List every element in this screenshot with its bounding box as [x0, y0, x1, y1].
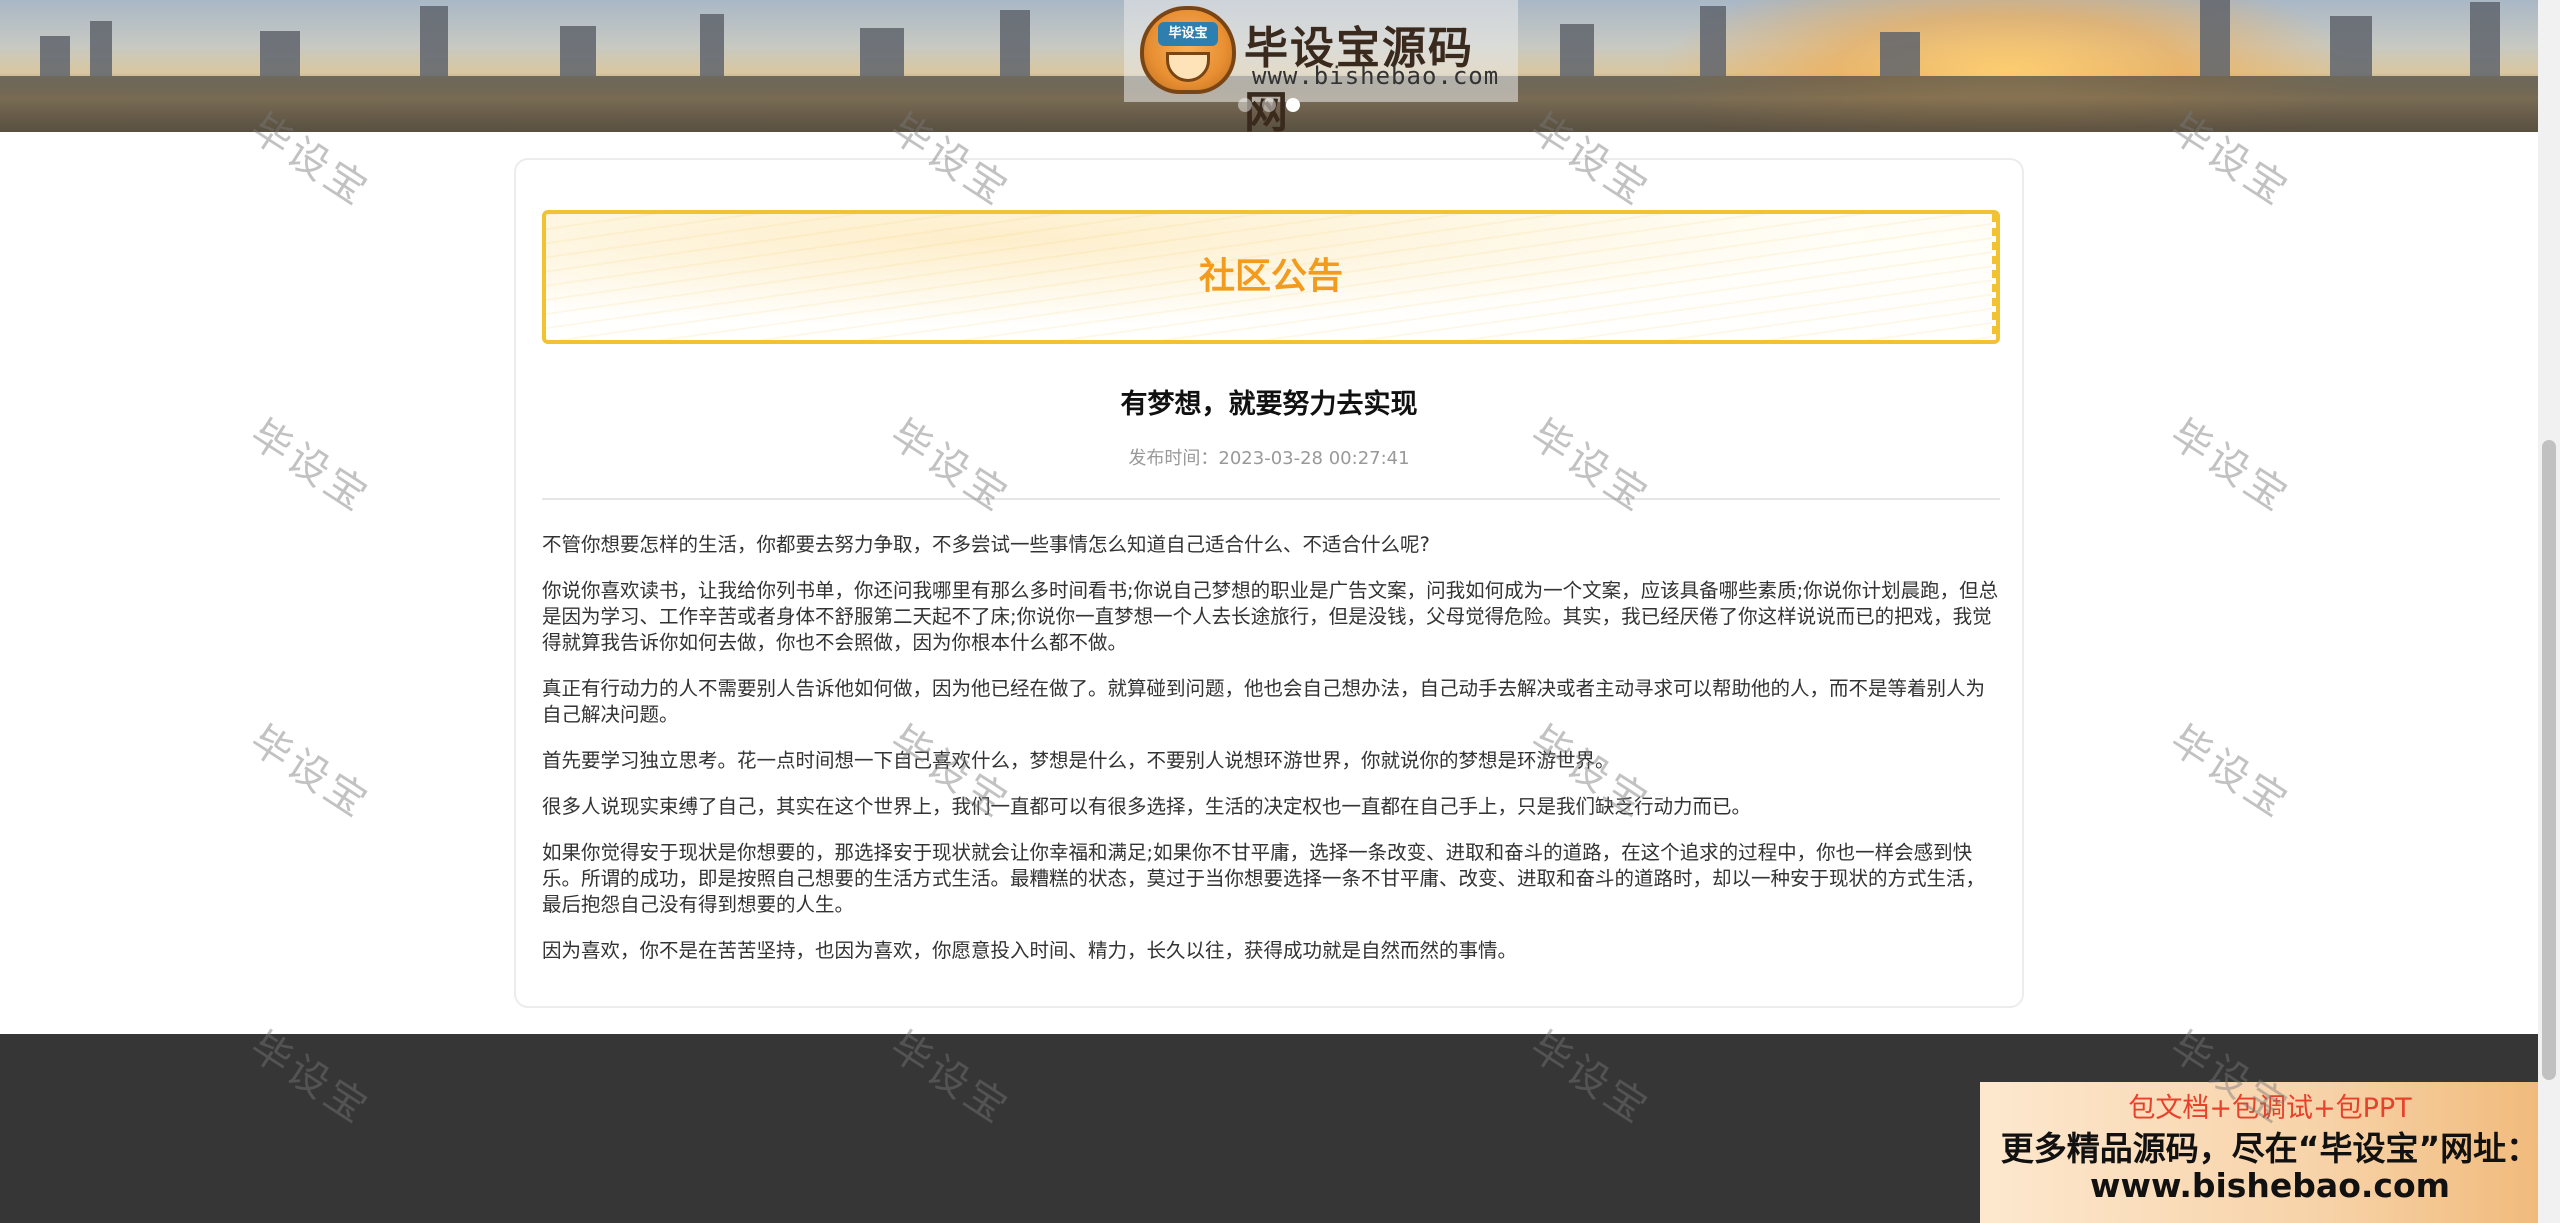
article-content: 不管你想要怎样的生活，你都要去努力争取，不多尝试一些事情怎么知道自己适合什么、不…: [542, 532, 2002, 984]
article-paragraph: 真正有行动力的人不需要别人告诉他如何做，因为他已经在做了。就算碰到问题，他也会自…: [542, 677, 1986, 726]
article-paragraph: 首先要学习独立思考。花一点时间想一下自己喜欢什么，梦想是什么，不要别人说想环游世…: [542, 749, 1615, 772]
promo-url[interactable]: www.bishebao.com: [1980, 1166, 2560, 1205]
carousel-dot-1[interactable]: [1238, 98, 1252, 112]
page-scrollbar[interactable]: [2538, 0, 2560, 1223]
banner-building: [700, 14, 724, 76]
site-logo[interactable]: 毕设宝 毕设宝源码网 www.bishebao.com: [1124, 0, 1518, 132]
article-paragraph: 不管你想要怎样的生活，你都要去努力争取，不多尝试一些事情怎么知道自己适合什么、不…: [542, 533, 1430, 556]
banner-building: [560, 26, 596, 76]
promo-services: 包文档+包调试+包PPT: [2128, 1093, 2412, 1124]
banner-building: [1880, 32, 1920, 76]
banner-building: [2200, 0, 2230, 76]
banner-building: [1560, 24, 1594, 76]
banner-building: [260, 31, 300, 76]
article-title: 有梦想，就要努力去实现: [1120, 389, 1418, 420]
article-paragraph: 如果你觉得安于现状是你想要的，那选择安于现状就会让你幸福和满足;如果你不甘平庸，…: [542, 841, 1986, 916]
banner-building: [1000, 10, 1030, 76]
hero-banner[interactable]: 毕设宝 毕设宝源码网 www.bishebao.com: [0, 0, 2538, 132]
logo-emblem-label: 毕设宝: [1158, 22, 1218, 46]
banner-building: [1700, 6, 1726, 76]
banner-building: [2470, 2, 2500, 76]
article-paragraph: 很多人说现实束缚了自己，其实在这个世界上，我们一直都可以有很多选择，生活的决定权…: [542, 795, 1752, 818]
logo-url: www.bishebao.com: [1252, 62, 1500, 90]
watermark: 毕设宝: [2161, 411, 2298, 522]
banner-building: [90, 21, 112, 76]
banner-building: [2330, 16, 2372, 76]
promo-slogan: 更多精品源码，尽在“毕设宝”网址：: [2000, 1129, 2540, 1168]
carousel-indicators: [1238, 98, 1300, 112]
carousel-dot-2[interactable]: [1262, 98, 1276, 112]
watermark: 毕设宝: [241, 411, 378, 522]
article-publish-time: 发布时间：2023-03-28 00:27:41: [1128, 448, 1410, 469]
logo-emblem-icon: 毕设宝: [1140, 6, 1236, 94]
article-paragraph: 因为喜欢，你不是在苦苦坚持，也因为喜欢，你愿意投入时间、精力，长久以往，获得成功…: [542, 939, 1518, 962]
logo-face-icon: [1166, 52, 1210, 82]
article-paragraph: 你说你喜欢读书，让我给你列书单，你还问我哪里有那么多时间看书;你说自己梦想的职业…: [542, 579, 1999, 654]
divider: [542, 498, 2000, 500]
banner-building: [860, 28, 904, 76]
notice-header-banner: 社区公告: [542, 210, 2000, 344]
scrollbar-thumb[interactable]: [2542, 440, 2556, 1080]
banner-building: [420, 6, 448, 76]
notice-detail-card: 社区公告 有梦想，就要努力去实现 发布时间：2023-03-28 00:27:4…: [514, 158, 2024, 1008]
watermark: 毕设宝: [2161, 717, 2298, 828]
promo-banner[interactable]: 包文档+包调试+包PPT 更多精品源码，尽在“毕设宝”网址： www.bishe…: [1980, 1082, 2560, 1223]
carousel-dot-3[interactable]: [1286, 98, 1300, 112]
watermark: 毕设宝: [241, 717, 378, 828]
notice-header-title: 社区公告: [1198, 256, 1343, 297]
banner-building: [40, 36, 70, 76]
